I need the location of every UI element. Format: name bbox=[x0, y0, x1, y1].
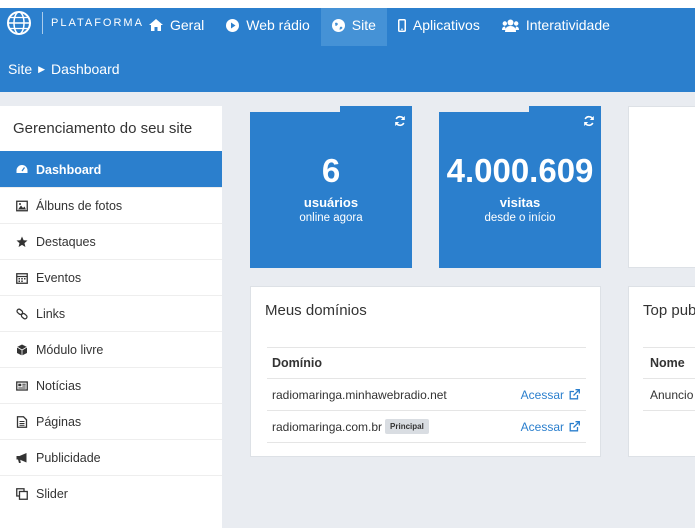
card-notch bbox=[439, 106, 529, 112]
logo-divider bbox=[42, 12, 43, 34]
domain-name: radiomaringa.minhawebradio.net bbox=[272, 388, 521, 402]
sidebar: Gerenciamento do seu site Dashboard Álbu… bbox=[0, 106, 222, 528]
column-header-domain: Domínio bbox=[272, 356, 322, 370]
table-row: radiomaringa.minhawebradio.net Acessar bbox=[267, 379, 586, 411]
nav-item-site[interactable]: Site bbox=[320, 8, 387, 46]
sidebar-item-modulo-livre[interactable]: Módulo livre bbox=[0, 331, 222, 367]
logo-text: PLATAFORMA bbox=[51, 17, 144, 29]
nav-item-label: Interatividade bbox=[525, 17, 610, 33]
refresh-icon[interactable] bbox=[394, 115, 406, 127]
sidebar-item-dashboard[interactable]: Dashboard bbox=[0, 151, 222, 187]
top-pub-title: Top pub bbox=[643, 302, 695, 319]
home-icon bbox=[149, 19, 163, 31]
access-link-label: Acessar bbox=[520, 387, 564, 402]
sidebar-item-label: Módulo livre bbox=[36, 342, 104, 357]
globe-logo-icon bbox=[7, 11, 31, 35]
refresh-icon[interactable] bbox=[583, 115, 595, 127]
sidebar-item-label: Slider bbox=[36, 486, 68, 501]
sidebar-item-label: Álbuns de fotos bbox=[36, 198, 123, 213]
breadcrumb-root[interactable]: Site bbox=[8, 61, 32, 77]
domains-panel-title: Meus domínios bbox=[265, 302, 367, 319]
nav-item-aplicativos[interactable]: Aplicativos bbox=[387, 8, 491, 46]
ad-name: Anuncio bbox=[650, 387, 694, 402]
users-icon bbox=[501, 19, 519, 32]
caret-right-icon: ▶ bbox=[38, 63, 46, 74]
table-row: radiomaringa.com.br Principal Acessar bbox=[267, 411, 586, 443]
sidebar-item-label: Publicidade bbox=[36, 450, 101, 465]
sidebar-item-slider[interactable]: Slider bbox=[0, 475, 222, 511]
sidebar-item-destaques[interactable]: Destaques bbox=[0, 223, 222, 259]
sidebar-item-label: Links bbox=[36, 306, 66, 321]
nav-item-label: Web rádio bbox=[246, 17, 310, 33]
dashboard-icon bbox=[16, 164, 28, 173]
nav-item-label: Aplicativos bbox=[412, 17, 480, 33]
calendar-icon bbox=[16, 272, 28, 284]
domains-table: Domínio radiomaringa.minhawebradio.net A… bbox=[267, 347, 586, 443]
newspaper-icon bbox=[16, 380, 28, 391]
sidebar-item-links[interactable]: Links bbox=[0, 295, 222, 331]
star-icon bbox=[16, 236, 28, 247]
cube-icon bbox=[16, 344, 28, 355]
play-circle-icon bbox=[226, 18, 240, 32]
picture-icon bbox=[16, 200, 28, 211]
top-pub-header: Nome bbox=[643, 347, 695, 379]
external-link-icon bbox=[569, 389, 580, 400]
nav-item-web-radio[interactable]: Web rádio bbox=[215, 8, 321, 46]
clone-icon bbox=[16, 487, 28, 500]
right-stat-card bbox=[628, 106, 695, 268]
access-link-label: Acessar bbox=[520, 419, 564, 434]
domain-name: radiomaringa.com.br Principal bbox=[272, 419, 521, 434]
main-nav: Geral Web rádio Site Aplicativos Interat… bbox=[138, 8, 621, 46]
sidebar-item-label: Páginas bbox=[36, 414, 82, 429]
nav-item-geral[interactable]: Geral bbox=[138, 8, 215, 46]
sidebar-item-eventos[interactable]: Eventos bbox=[0, 259, 222, 295]
top-pub-panel: Top pub Nome Anuncio bbox=[628, 286, 695, 457]
visits-label: visitas bbox=[499, 195, 541, 210]
sidebar-item-label: Eventos bbox=[36, 270, 82, 285]
online-users-label: usuários bbox=[303, 195, 359, 210]
online-users-card: 6 usuários online agora bbox=[250, 106, 412, 268]
visits-card: 4.000.609 visitas desde o início bbox=[439, 106, 601, 268]
nav-item-interatividade[interactable]: Interatividade bbox=[491, 8, 621, 46]
breadcrumb-current: Dashboard bbox=[51, 61, 120, 77]
nav-item-label: Geral bbox=[170, 17, 205, 33]
sidebar-item-label: Destaques bbox=[36, 234, 96, 249]
mobile-icon bbox=[397, 18, 406, 32]
principal-badge: Principal bbox=[385, 419, 429, 434]
sidebar-title: Gerenciamento do seu site bbox=[13, 120, 193, 137]
link-icon bbox=[16, 308, 28, 319]
sidebar-item-publicidade[interactable]: Publicidade bbox=[0, 439, 222, 475]
bullhorn-icon bbox=[16, 452, 27, 463]
top-strip bbox=[0, 0, 695, 8]
logo[interactable]: PLATAFORMA bbox=[6, 9, 144, 37]
nav-item-label: Site bbox=[351, 17, 376, 33]
file-icon bbox=[16, 415, 28, 428]
sidebar-item-noticias[interactable]: Notícias bbox=[0, 367, 222, 403]
card-notch bbox=[250, 106, 340, 112]
domain-text: radiomaringa.com.br bbox=[272, 419, 383, 434]
access-link[interactable]: Acessar bbox=[521, 420, 586, 434]
domain-text: radiomaringa.minhawebradio.net bbox=[272, 387, 447, 402]
sidebar-item-label: Notícias bbox=[36, 378, 82, 393]
visits-sub: desde o início bbox=[484, 212, 556, 224]
sidebar-item-albuns[interactable]: Álbuns de fotos bbox=[0, 187, 222, 223]
online-users-sub: online agora bbox=[299, 212, 363, 224]
external-link-icon bbox=[569, 421, 580, 432]
column-header-name: Nome bbox=[650, 356, 685, 370]
table-row: Anuncio bbox=[643, 379, 695, 411]
online-users-count: 6 bbox=[321, 152, 341, 189]
sidebar-item-paginas[interactable]: Páginas bbox=[0, 403, 222, 439]
visits-count: 4.000.609 bbox=[446, 152, 594, 189]
domains-panel: Meus domínios Domínio radiomaringa.minha… bbox=[250, 286, 601, 457]
breadcrumb: Site ▶ Dashboard bbox=[0, 46, 695, 92]
sidebar-item-label: Dashboard bbox=[36, 162, 102, 177]
domains-table-header: Domínio bbox=[267, 347, 586, 379]
access-link[interactable]: Acessar bbox=[521, 388, 586, 402]
globe-icon bbox=[331, 18, 345, 32]
